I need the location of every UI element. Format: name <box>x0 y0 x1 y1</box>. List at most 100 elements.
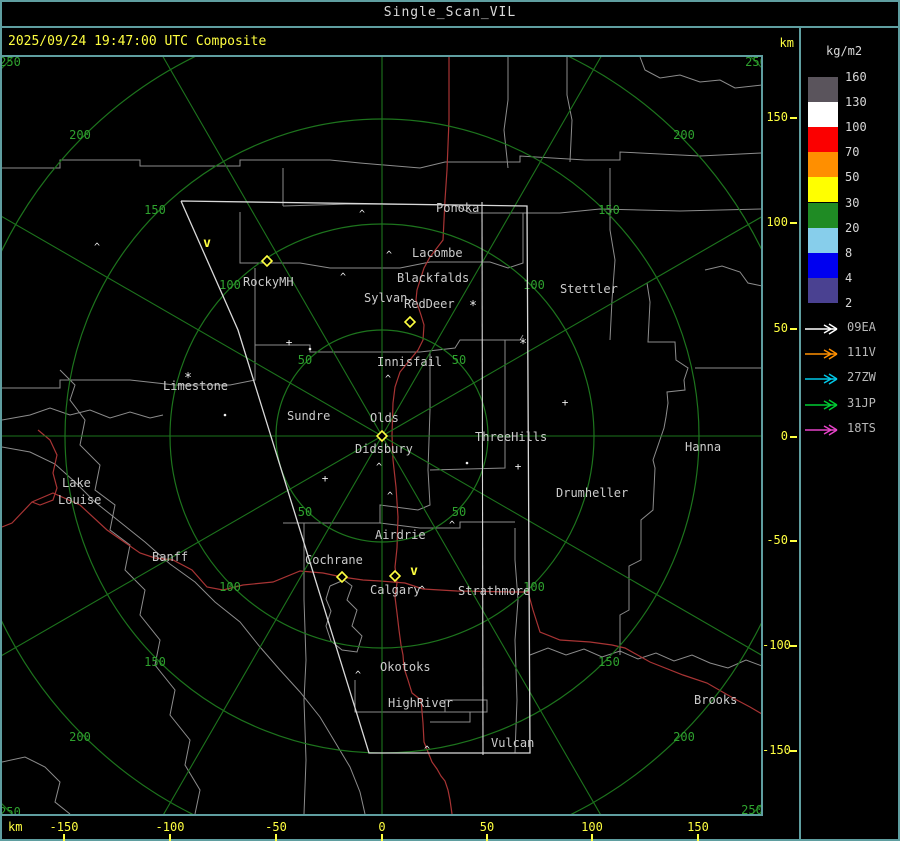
ring-distance-label: 200 <box>69 730 91 744</box>
ring-distance-label: 150 <box>144 203 166 217</box>
town-label: Banff <box>152 550 188 564</box>
county-boundary <box>514 528 519 754</box>
town-label: RockyMH <box>243 275 294 289</box>
town-marker-caret: ^ <box>340 272 346 283</box>
town-label: Sundre <box>287 409 330 423</box>
track-id-label: 18TS <box>847 421 876 435</box>
title-divider <box>0 26 900 28</box>
radar-site-diamond <box>375 429 389 443</box>
bottom-axis-label: 150 <box>687 820 709 834</box>
town-marker-caret: ^ <box>387 491 393 502</box>
bottom-axis-label: -50 <box>265 820 287 834</box>
scale-value: 2 <box>845 295 853 310</box>
town-label: Blackfalds <box>397 271 469 285</box>
ring-distance-label: 100 <box>219 580 241 594</box>
bottom-axis-label: 50 <box>479 820 495 834</box>
scale-swatch <box>808 177 838 203</box>
town-marker-caret: ^ <box>449 520 455 531</box>
scale-value: 160 <box>845 70 867 84</box>
radar-map-canvas: 50 5050 50100 100100 100150 150150 150200 20020… <box>2 57 761 814</box>
scale-value: 20 <box>845 220 860 235</box>
scale-value: 30 <box>845 195 860 210</box>
map-bottom-border <box>0 814 763 816</box>
right-axis-tick <box>790 750 797 752</box>
storm-motion-arrow: v <box>203 236 211 251</box>
legend-divider <box>799 26 801 841</box>
radar-site-diamond <box>388 569 402 583</box>
town-label: HighRiver <box>388 696 453 710</box>
ring-distance-label: 50 <box>298 505 312 519</box>
bottom-axis-label: -100 <box>155 820 185 834</box>
track-arrow-icon <box>804 321 842 335</box>
bottom-axis-tick <box>63 834 65 841</box>
track-arrow-icon <box>804 371 842 385</box>
town-label: Olds <box>370 411 399 425</box>
ring-distance-label: 250 <box>741 803 761 814</box>
town-label: Hanna <box>685 440 721 454</box>
bottom-axis-unit: km <box>8 820 23 834</box>
town-label: Airdrie <box>375 528 426 542</box>
right-axis-label: -150 <box>762 743 791 757</box>
town-label: ThreeHills <box>475 430 547 444</box>
town-marker-caret: ^ <box>424 745 430 756</box>
scale-swatch <box>808 102 838 128</box>
right-axis-tick <box>790 645 797 647</box>
ring-distance-label: 50 <box>298 353 312 367</box>
town-label: Okotoks <box>380 660 431 674</box>
right-axis-tick <box>790 328 797 330</box>
ring-distance-label: 150 <box>144 655 166 669</box>
town-label: Ponoka <box>436 201 479 215</box>
scale-value: 50 <box>845 170 860 185</box>
town-label: Lake <box>62 476 91 490</box>
county-boundary <box>566 57 573 163</box>
county-boundary <box>609 168 616 341</box>
scale-value: 4 <box>845 270 853 285</box>
track-arrow-icon <box>804 422 842 436</box>
town-label: Innisfail <box>377 355 442 369</box>
radar-site-diamond <box>403 315 417 329</box>
window-title: Single_Scan_VIL <box>383 5 517 20</box>
town-marker-caret: ^ <box>94 242 100 253</box>
track-id-label: 27ZW <box>847 370 876 384</box>
scale-value: 100 <box>845 120 867 135</box>
ring-distance-label: 250 <box>2 805 21 814</box>
town-label: Calgary <box>370 583 421 597</box>
right-axis-label: -50 <box>766 533 788 547</box>
town-label: Cochrane <box>305 553 363 567</box>
county-boundary <box>2 407 164 421</box>
track-arrow-icon <box>804 346 842 360</box>
legend-unit-label: kg/m2 <box>826 44 863 58</box>
ring-distance-label: 150 <box>598 655 620 669</box>
right-axis-label: -100 <box>762 638 791 652</box>
ring-distance-label: 200 <box>673 730 695 744</box>
bottom-axis-label: 0 <box>378 820 386 834</box>
scale-swatch <box>808 127 838 153</box>
town-label: Limestone <box>163 379 228 393</box>
ring-distance-label: 50 <box>452 353 466 367</box>
track-id-label: 31JP <box>847 396 876 410</box>
county-boundary <box>639 57 761 89</box>
town-marker-caret: ^ <box>359 209 365 220</box>
right-axis-label: 0 <box>780 429 788 443</box>
town-label: Strathmore <box>458 584 530 598</box>
county-boundary <box>704 265 761 287</box>
county-boundary <box>59 369 201 814</box>
town-marker-caret: ^ <box>409 298 415 309</box>
town-label: Drumheller <box>556 486 628 500</box>
right-axis-tick <box>790 436 797 438</box>
county-boundary <box>529 647 761 669</box>
town-label: Vulcan <box>491 736 534 750</box>
scan-timestamp: 2025/09/24 19:47:00 UTC Composite <box>8 34 267 49</box>
ring-distance-label: 100 <box>219 278 241 292</box>
bottom-axis-label: 100 <box>581 820 603 834</box>
scale-value: 130 <box>845 95 867 110</box>
radar-sector-divider <box>481 201 484 756</box>
ring-distance-label: 250 <box>2 57 21 69</box>
bottom-axis-tick <box>169 834 171 841</box>
scale-swatch <box>808 152 838 178</box>
ring-distance-label: 100 <box>523 278 545 292</box>
town-label: Sylvan <box>364 291 407 305</box>
bottom-axis-tick <box>591 834 593 841</box>
storm-motion-arrow: v <box>410 564 418 579</box>
town-label: Brooks <box>694 693 737 707</box>
